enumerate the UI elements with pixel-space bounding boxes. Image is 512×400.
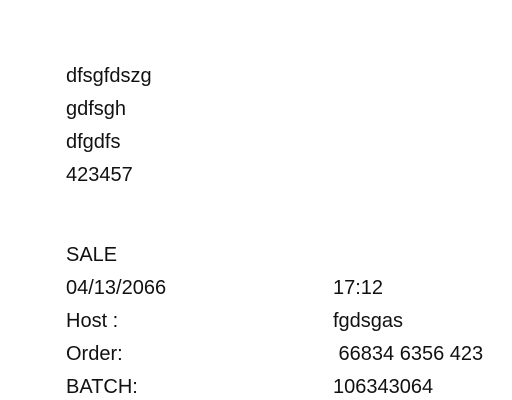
transaction-time: 17:12 [333,277,384,299]
transaction-type-row: SALE [66,239,512,272]
batch-value: 106343064 [333,376,434,398]
order-row: Order: 66834 6356 423 [66,338,512,371]
host-label: Host : [66,310,119,332]
merchant-address-line-2: dfgdfs [66,131,121,153]
host-value: fgdsgas [333,310,404,332]
merchant-address-line-1: gdfsgh [66,98,127,120]
date-time-row: 04/13/2066 17:12 [66,272,512,305]
merchant-header: dfsgfdszg gdfsgh dfgdfs 423457 [66,60,152,192]
batch-label: BATCH: [66,376,138,398]
transaction-type: SALE [66,244,118,266]
host-row: Host : fgdsgas [66,305,512,338]
order-label: Order: [66,343,123,365]
merchant-id: 423457 [66,164,133,186]
batch-row: BATCH: 106343064 [66,371,512,400]
merchant-name: dfsgfdszg [66,65,152,87]
order-value: 66834 6356 423 [333,343,484,365]
transaction-date: 04/13/2066 [66,277,167,299]
transaction-details: SALE 04/13/2066 17:12 Host : fgdsgas Ord… [66,239,512,400]
